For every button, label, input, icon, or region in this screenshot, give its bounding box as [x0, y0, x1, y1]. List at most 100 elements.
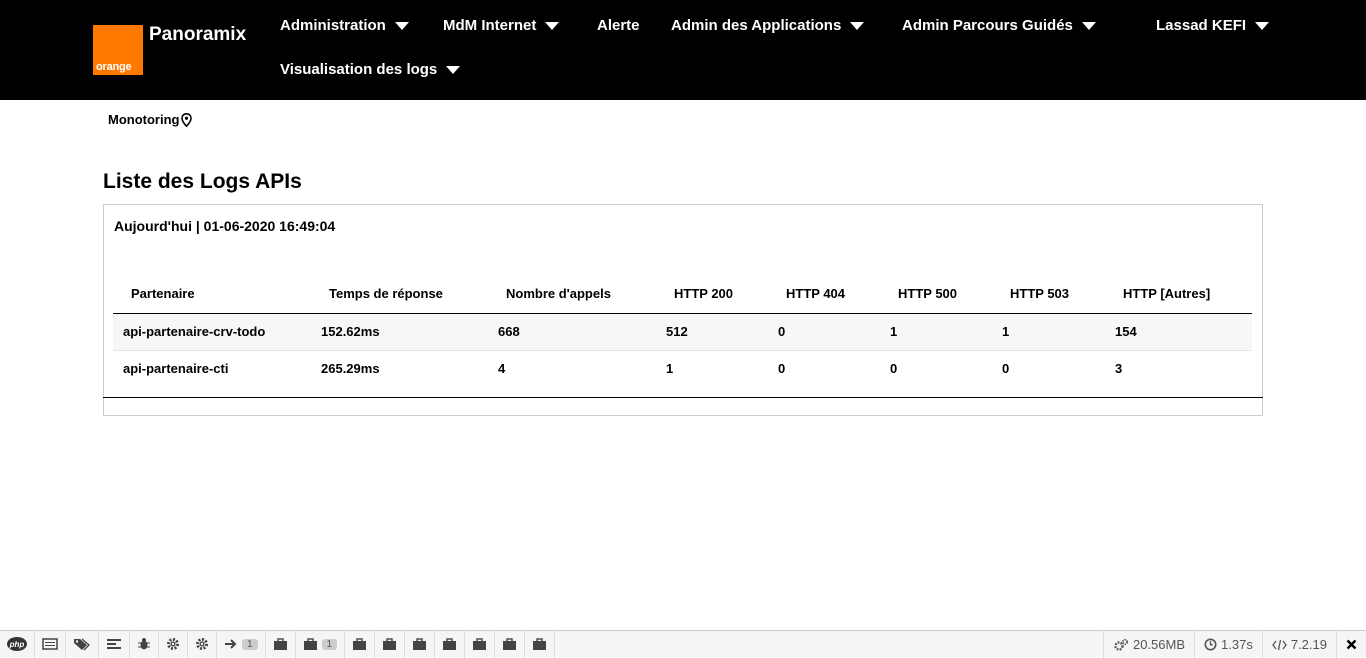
- nav-alerte[interactable]: Alerte: [597, 17, 640, 34]
- briefcase-tab-5[interactable]: [405, 630, 436, 658]
- exceptions-tab[interactable]: [130, 630, 159, 658]
- page-title: Liste des Logs APIs: [103, 170, 302, 193]
- briefcase-tab-2[interactable]: 1: [296, 630, 346, 658]
- php-version[interactable]: 7.2.19: [1261, 631, 1336, 658]
- cell-http-200: 1: [666, 361, 674, 377]
- cell-http-503: 0: [1002, 361, 1010, 377]
- briefcase-icon: [383, 637, 397, 650]
- cogs-icon: [1114, 638, 1129, 651]
- bug-icon: [138, 638, 150, 650]
- col-partenaire[interactable]: Partenaire: [113, 275, 311, 314]
- briefcase-icon: [353, 637, 367, 650]
- briefcase-tab-3[interactable]: [345, 630, 376, 658]
- briefcase-tab-8[interactable]: [495, 630, 526, 658]
- cell-http-500: 0: [890, 361, 898, 377]
- orange-logo[interactable]: orange: [93, 25, 143, 75]
- list-icon: [42, 638, 58, 650]
- briefcase-icon: [533, 637, 547, 650]
- cell-partenaire: api-partenaire-cti: [123, 361, 229, 377]
- request-duration[interactable]: 1.37s: [1194, 631, 1262, 658]
- briefcase-icon: [303, 637, 317, 650]
- nav-admin-parcours[interactable]: Admin Parcours Guidés: [902, 17, 1096, 34]
- nav-visualisation-logs[interactable]: Visualisation des logs: [280, 61, 461, 78]
- col-http-503[interactable]: HTTP 503: [992, 275, 1105, 314]
- logo-text: orange: [96, 61, 132, 73]
- cell-http-autres: 154: [1105, 313, 1252, 351]
- tags-icon: [74, 638, 90, 651]
- map-marker-icon: [181, 112, 193, 127]
- clock-icon: [1204, 638, 1217, 651]
- col-temps-reponse[interactable]: Temps de réponse: [311, 275, 488, 314]
- table-footer-divider: [103, 397, 1263, 398]
- align-left-icon: [107, 639, 121, 649]
- nav-admin-applications[interactable]: Admin des Applications: [671, 17, 865, 34]
- tags-tab[interactable]: [66, 630, 99, 658]
- config-tab[interactable]: [159, 630, 188, 658]
- briefcase-tab-4[interactable]: [375, 630, 406, 658]
- caret-down-icon: [394, 21, 409, 30]
- version-value: 7.2.19: [1290, 637, 1327, 652]
- col-http-500[interactable]: HTTP 500: [880, 275, 992, 314]
- gear-icon: [196, 638, 208, 650]
- close-icon: [1346, 639, 1357, 650]
- briefcase-count-badge: 1: [321, 638, 338, 650]
- cell-http-500: 1: [880, 313, 992, 351]
- cell-http-200: 512: [656, 313, 768, 351]
- col-http-200[interactable]: HTTP 200: [656, 275, 768, 314]
- time-value: 1.37s: [1221, 637, 1253, 652]
- table-header-row: Partenaire Temps de réponse Nombre d'app…: [113, 275, 1252, 314]
- app-name[interactable]: Panoramix: [149, 24, 246, 46]
- cell-http-503: 1: [992, 313, 1105, 351]
- briefcase-tab-1[interactable]: [266, 630, 296, 658]
- cell-temps: 265.29ms: [321, 361, 380, 377]
- nav-mdm-internet[interactable]: MdM Internet: [443, 17, 560, 34]
- nav-label: Alerte: [597, 17, 640, 34]
- logs-table: Partenaire Temps de réponse Nombre d'app…: [113, 275, 1252, 387]
- cell-http-autres: 3: [1115, 361, 1123, 377]
- breadcrumb[interactable]: Monotoring: [108, 112, 193, 127]
- cell-appels: 4: [498, 361, 506, 377]
- briefcase-tab-7[interactable]: [465, 630, 496, 658]
- php-logo-icon: php: [7, 637, 27, 651]
- nav-administration[interactable]: Administration: [280, 17, 409, 34]
- php-debugbar-button[interactable]: php: [0, 630, 35, 658]
- code-icon: [1272, 639, 1287, 650]
- cell-partenaire: api-partenaire-crv-todo: [113, 313, 311, 351]
- nav-label: MdM Internet: [443, 17, 537, 34]
- breadcrumb-label: Monotoring: [108, 112, 180, 127]
- settings-tab[interactable]: [188, 630, 217, 658]
- nav-label: Admin des Applications: [671, 17, 842, 34]
- cell-temps: 152.62ms: [311, 313, 488, 351]
- cell-http-404: 0: [768, 313, 880, 351]
- route-tab[interactable]: 1: [217, 630, 266, 658]
- messages-tab[interactable]: [35, 630, 66, 658]
- table-row: api-partenaire-crv-todo 152.62ms 668 512…: [113, 313, 1252, 351]
- table-row: api-partenaire-cti 265.29ms 4 1 0 0 0 3: [113, 350, 1252, 387]
- col-http-autres[interactable]: HTTP [Autres]: [1105, 275, 1252, 314]
- briefcase-icon: [413, 637, 427, 650]
- caret-down-icon: [1255, 21, 1270, 30]
- nav-label: Admin Parcours Guidés: [902, 17, 1073, 34]
- top-navbar: orange Panoramix Administration MdM Inte…: [0, 0, 1366, 100]
- memory-usage[interactable]: 20.56MB: [1102, 631, 1194, 658]
- col-nombre-appels[interactable]: Nombre d'appels: [488, 275, 656, 314]
- memory-value: 20.56MB: [1132, 637, 1186, 652]
- briefcase-tab-6[interactable]: [435, 630, 466, 658]
- caret-down-icon: [545, 21, 560, 30]
- caret-down-icon: [446, 65, 461, 74]
- close-debugbar-button[interactable]: [1336, 631, 1366, 658]
- briefcase-icon: [473, 637, 487, 650]
- caret-down-icon: [1081, 21, 1096, 30]
- timeline-tab[interactable]: [99, 630, 130, 658]
- debug-toolbar: php 1 1 20.56MB 1.37s 7.2.19: [0, 630, 1366, 658]
- arrow-right-icon: [225, 639, 237, 649]
- gear-icon: [167, 638, 179, 650]
- nav-label: Administration: [280, 17, 386, 34]
- briefcase-tab-9[interactable]: [525, 630, 556, 658]
- cell-appels: 668: [488, 313, 656, 351]
- user-menu[interactable]: Lassad KEFI: [1156, 17, 1270, 34]
- briefcase-icon: [503, 637, 517, 650]
- col-http-404[interactable]: HTTP 404: [768, 275, 880, 314]
- nav-label: Visualisation des logs: [280, 61, 438, 78]
- user-name: Lassad KEFI: [1156, 17, 1247, 34]
